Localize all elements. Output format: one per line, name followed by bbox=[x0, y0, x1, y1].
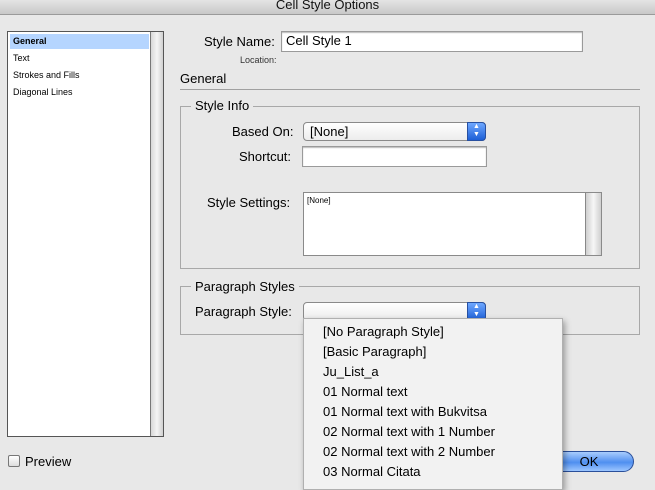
menu-item[interactable]: 03 Normal Citata bbox=[323, 462, 421, 482]
style-settings-label: Style Settings: bbox=[207, 195, 291, 210]
title-bar: Cell Style Options bbox=[0, 0, 655, 15]
preview-checkbox[interactable] bbox=[8, 455, 20, 467]
menu-item[interactable]: Ju_List_a bbox=[323, 362, 379, 382]
menu-item[interactable]: 01 Normal text with Bukvitsa bbox=[323, 402, 487, 422]
sidebar-item-general[interactable]: General bbox=[10, 34, 149, 49]
based-on-label: Based On: bbox=[232, 124, 294, 139]
paragraph-style-menu[interactable]: [No Paragraph Style] [Basic Paragraph] J… bbox=[303, 318, 563, 490]
preview-label[interactable]: Preview bbox=[25, 454, 71, 469]
select-arrows-icon: ▲ ▼ bbox=[467, 122, 486, 141]
style-name-label: Style Name: bbox=[204, 34, 275, 49]
paragraph-style-label: Paragraph Style: bbox=[195, 304, 292, 319]
menu-item[interactable]: [No Paragraph Style] bbox=[323, 322, 444, 342]
style-settings-text: [None] bbox=[307, 196, 331, 205]
ok-button-label: OK bbox=[579, 454, 599, 469]
window-title: Cell Style Options bbox=[275, 0, 380, 12]
sidebar-item-strokes-and-fills[interactable]: Strokes and Fills bbox=[10, 68, 149, 83]
based-on-select[interactable]: [None] ▲ ▼ bbox=[303, 122, 486, 141]
based-on-value: [None] bbox=[310, 124, 349, 139]
sidebar-item-diagonal-lines[interactable]: Diagonal Lines bbox=[10, 85, 149, 100]
paragraph-styles-legend: Paragraph Styles bbox=[191, 279, 299, 294]
section-divider bbox=[180, 89, 640, 90]
category-list[interactable]: General Text Strokes and Fills Diagonal … bbox=[7, 31, 164, 437]
sidebar-item-text[interactable]: Text bbox=[10, 51, 149, 66]
list-scrollbar[interactable] bbox=[150, 32, 163, 436]
style-info-legend: Style Info bbox=[191, 98, 254, 113]
shortcut-label: Shortcut: bbox=[239, 149, 292, 164]
menu-item[interactable]: 02 Normal text with 1 Number bbox=[323, 422, 495, 442]
menu-item[interactable]: 02 Normal text with 2 Number bbox=[323, 442, 495, 462]
style-settings-box[interactable]: [None] bbox=[303, 192, 602, 256]
menu-item[interactable]: 01 Normal text bbox=[323, 382, 408, 402]
location-label: Location: bbox=[240, 55, 277, 65]
settings-scrollbar[interactable] bbox=[585, 193, 601, 255]
shortcut-input[interactable] bbox=[302, 146, 487, 167]
menu-item[interactable]: [Basic Paragraph] bbox=[323, 342, 426, 362]
section-title: General bbox=[180, 71, 227, 86]
style-name-input[interactable]: Cell Style 1 bbox=[281, 31, 583, 52]
